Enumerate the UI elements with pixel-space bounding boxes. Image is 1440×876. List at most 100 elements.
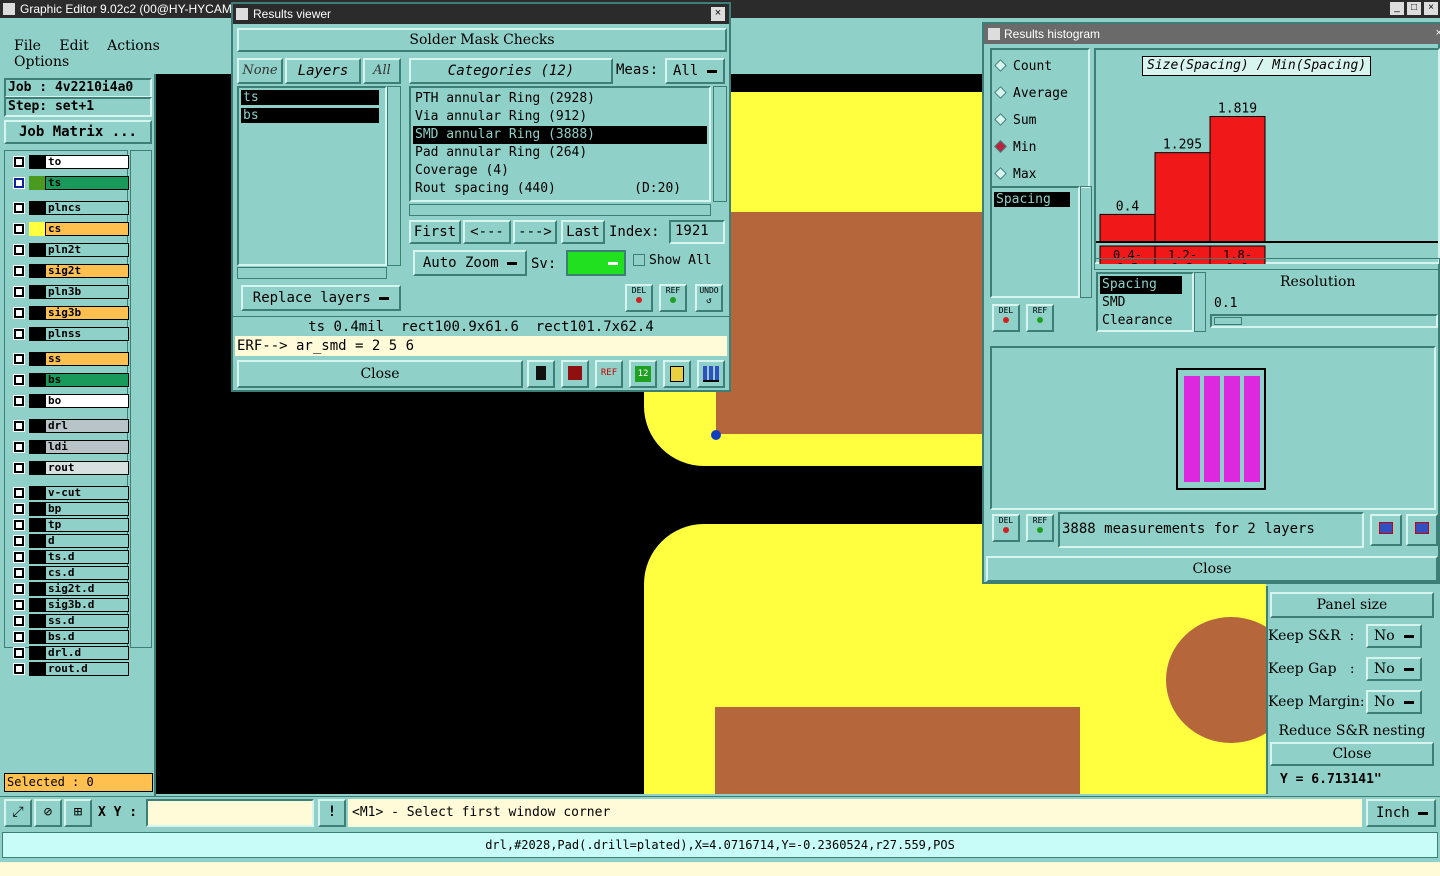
layer-row-sig3b-d[interactable]: sig3b.d — [11, 598, 129, 612]
export-icon[interactable] — [1370, 514, 1402, 546]
next-button[interactable]: ---> — [513, 220, 557, 244]
result-layer-item[interactable]: ts — [241, 90, 379, 105]
mode-radio-sum[interactable]: Sum — [994, 112, 1036, 130]
panel-close-button[interactable]: Close — [1270, 742, 1434, 766]
prev-button[interactable]: <--- — [463, 220, 511, 244]
minimize-button[interactable]: _ — [1390, 2, 1404, 15]
layer-row-drl-d[interactable]: drl.d — [11, 646, 129, 660]
mode-radio-count[interactable]: Count — [994, 58, 1052, 76]
layer-row-bo[interactable]: bo — [11, 394, 129, 408]
layer-row-rout-d[interactable]: rout.d — [11, 662, 129, 676]
measure-list-scroll[interactable] — [1080, 186, 1092, 298]
ref-cross-icon[interactable]: REF — [595, 360, 623, 388]
histogram-hscroll[interactable] — [1094, 258, 1440, 270]
layer-checkbox[interactable] — [13, 551, 25, 563]
layer-checkbox[interactable] — [13, 441, 25, 453]
layer-row-bp[interactable]: bp — [11, 502, 129, 516]
layer-list-scroll[interactable] — [130, 150, 152, 648]
layer-checkbox[interactable] — [13, 244, 25, 256]
menu-options[interactable]: Options — [14, 54, 69, 70]
layer-checkbox[interactable] — [13, 265, 25, 277]
index-input[interactable]: 1921 — [669, 220, 725, 244]
grid-icon[interactable]: ⊞ — [64, 799, 92, 827]
layer-row-bs[interactable]: bs — [11, 373, 129, 387]
layer-row-drl[interactable]: drl — [11, 419, 129, 433]
layer-items-scroll[interactable] — [387, 86, 401, 266]
mode-radio-min[interactable]: Min — [994, 139, 1036, 157]
layer-checkbox[interactable] — [13, 223, 25, 235]
layer-row-bs-d[interactable]: bs.d — [11, 630, 129, 644]
close-icon[interactable]: × — [711, 7, 725, 21]
category-item[interactable]: Rout spacing (440) (D:20) — [413, 180, 707, 198]
histogram-bar[interactable] — [1154, 152, 1211, 243]
sv-color-select[interactable] — [566, 250, 626, 276]
job-matrix-button[interactable]: Job Matrix ... — [4, 120, 152, 144]
menu-edit[interactable]: Edit — [59, 38, 88, 54]
layers-button[interactable]: Layers — [285, 58, 361, 84]
layer-row-sig2t[interactable]: sig2t — [11, 264, 129, 278]
units-select[interactable]: Inch — [1366, 799, 1436, 827]
layer-row-sig3b[interactable]: sig3b — [11, 306, 129, 320]
type-list-scroll[interactable] — [1194, 272, 1206, 332]
layer-checkbox[interactable] — [13, 202, 25, 214]
hist-del-button[interactable]: DEL — [992, 304, 1020, 332]
layer-checkbox[interactable] — [13, 177, 25, 189]
histogram-icon[interactable] — [697, 360, 725, 388]
layer-row-ldi[interactable]: ldi — [11, 440, 129, 454]
category-item[interactable]: Pad annular Ring (264) — [413, 144, 707, 162]
all-layers-button[interactable]: All — [363, 58, 401, 84]
layer-checkbox[interactable] — [13, 583, 25, 595]
layer-row-v-cut[interactable]: v-cut — [11, 486, 129, 500]
layer-row-tp[interactable]: tp — [11, 518, 129, 532]
categories-scroll[interactable] — [713, 86, 727, 202]
layer-row-cs[interactable]: cs — [11, 222, 129, 236]
resolution-slider[interactable] — [1210, 314, 1438, 328]
layer-checkbox[interactable] — [13, 487, 25, 499]
hist-ref-button-2[interactable]: REF — [1026, 514, 1054, 542]
layer-row-rout[interactable]: rout — [11, 461, 129, 475]
layer-checkbox[interactable] — [13, 395, 25, 407]
highlight-icon[interactable] — [561, 360, 589, 388]
category-item[interactable]: PTH annular Ring (2928) — [413, 90, 707, 108]
type-item[interactable]: SMD — [1100, 294, 1182, 312]
layer-checkbox[interactable] — [13, 420, 25, 432]
layer-checkbox[interactable] — [13, 567, 25, 579]
layer-checkbox[interactable] — [13, 353, 25, 365]
ruler-icon[interactable]: ⊘ — [34, 799, 62, 827]
layer-row-plncs[interactable]: plncs — [11, 201, 129, 215]
del-button[interactable]: DEL — [625, 284, 653, 312]
type-item[interactable]: Clearance — [1100, 312, 1182, 330]
none-button[interactable]: None — [237, 58, 283, 84]
layer-row-to[interactable]: to — [11, 155, 129, 169]
menu-file[interactable]: File — [14, 38, 41, 54]
layer-row-d[interactable]: d — [11, 534, 129, 548]
layer-row-plnss[interactable]: plnss — [11, 327, 129, 341]
reduce-sr-button[interactable]: Reduce S&R nesting — [1270, 720, 1434, 742]
layer-row-pln3b[interactable]: pln3b — [11, 285, 129, 299]
keep-gap-select[interactable]: No — [1366, 657, 1422, 681]
histogram-bar[interactable] — [1099, 213, 1156, 243]
export-icon-2[interactable] — [1406, 514, 1438, 546]
result-layer-item[interactable]: bs — [241, 108, 379, 123]
layer-checkbox[interactable] — [13, 535, 25, 547]
layer-row-ts-d[interactable]: ts.d — [11, 550, 129, 564]
layer-row-ss-d[interactable]: ss.d — [11, 614, 129, 628]
histogram-bar[interactable] — [1209, 115, 1266, 243]
keep-sr-select[interactable]: No — [1366, 624, 1422, 648]
layer-row-cs-d[interactable]: cs.d — [11, 566, 129, 580]
auto-zoom-select[interactable]: Auto Zoom — [413, 250, 527, 276]
layer-checkbox[interactable] — [13, 286, 25, 298]
category-item[interactable]: SMD annular Ring (3888) — [413, 126, 707, 144]
layer-row-ts[interactable]: ts — [11, 176, 129, 190]
last-button[interactable]: Last — [561, 220, 605, 244]
alert-icon[interactable]: ! — [318, 799, 346, 827]
layer-checkbox[interactable] — [13, 599, 25, 611]
menu-actions[interactable]: Actions — [107, 38, 160, 54]
layer-checkbox[interactable] — [13, 631, 25, 643]
number-icon[interactable]: 12 — [629, 360, 657, 388]
categories-hscroll[interactable] — [409, 204, 711, 216]
layer-checkbox[interactable] — [13, 156, 25, 168]
histogram-close-button[interactable]: Close — [986, 556, 1438, 582]
slider-thumb[interactable] — [1214, 317, 1242, 325]
meas-select[interactable]: All — [665, 58, 725, 84]
